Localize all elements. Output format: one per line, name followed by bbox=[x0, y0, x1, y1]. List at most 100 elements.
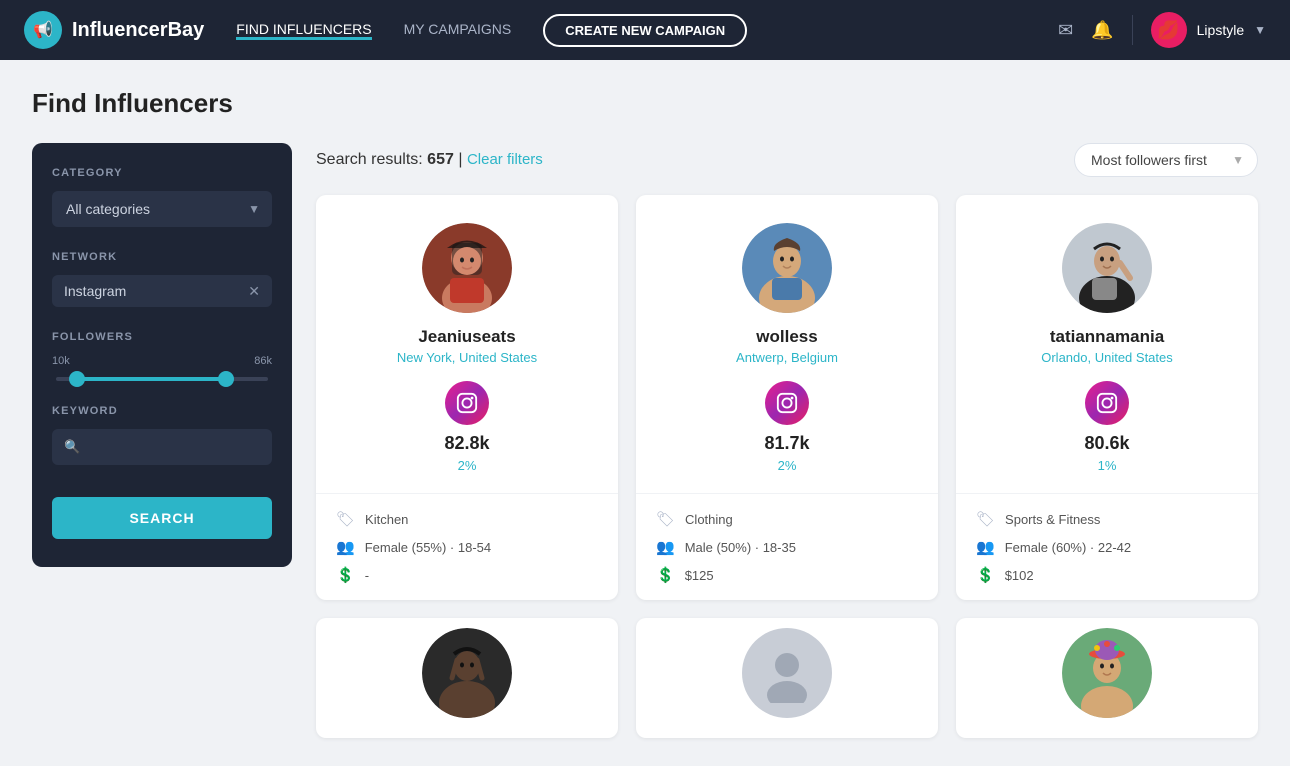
card-top-2: wolless Antwerp, Belgium 81.7k 2% bbox=[636, 195, 938, 494]
logo-icon: 📢 bbox=[24, 11, 62, 49]
followers-label: FOLLOWERS bbox=[52, 331, 272, 343]
card-location-2: Antwerp, Belgium bbox=[736, 350, 838, 365]
nav-find-influencers[interactable]: FIND INFLUENCERS bbox=[236, 21, 371, 40]
results-divider: | bbox=[458, 151, 462, 168]
followers-range-track bbox=[56, 377, 268, 381]
category-select-wrapper: All categories ▼ bbox=[52, 191, 272, 227]
card-engagement-2: 2% bbox=[778, 458, 797, 473]
results-count-number: 657 bbox=[427, 151, 454, 168]
results-count-prefix: Search results: bbox=[316, 151, 423, 168]
table-row[interactable]: wolless Antwerp, Belgium 81.7k 2% bbox=[636, 195, 938, 600]
card-name-1: Jeaniuseats bbox=[418, 327, 515, 347]
card-price-2: $125 bbox=[685, 568, 714, 583]
content-layout: CATEGORY All categories ▼ NETWORK Instag… bbox=[32, 143, 1258, 738]
logo-text: InfluencerBay bbox=[72, 19, 204, 42]
card-category-row-2: 🏷 Clothing bbox=[656, 510, 918, 528]
network-tag-value: Instagram bbox=[64, 283, 240, 299]
category-select[interactable]: All categories bbox=[52, 191, 272, 227]
card-followers-1: 82.8k bbox=[444, 433, 489, 454]
card-audience-row-2: 👥 Male (50%) · 18-35 bbox=[656, 538, 918, 556]
sort-select[interactable]: Most followers firstLeast followers firs… bbox=[1074, 143, 1258, 177]
search-button[interactable]: SEARCH bbox=[52, 497, 272, 539]
instagram-icon-1 bbox=[445, 381, 489, 425]
followers-max-label: 86k bbox=[254, 355, 272, 367]
card-top-3: tatiannamania Orlando, United States 80.… bbox=[956, 195, 1258, 494]
keyword-search-icon: 🔍 bbox=[64, 439, 80, 455]
tag-icon-3: 🏷 bbox=[976, 510, 995, 528]
sort-dropdown: Most followers firstLeast followers firs… bbox=[1074, 143, 1258, 177]
cards-grid: Jeaniuseats New York, United States 82.8… bbox=[316, 195, 1258, 738]
tag-icon-1: 🏷 bbox=[336, 510, 355, 528]
card-name-3: tatiannamania bbox=[1050, 327, 1164, 347]
card-followers-2: 81.7k bbox=[764, 433, 809, 454]
card-engagement-3: 1% bbox=[1098, 458, 1117, 473]
audience-icon-3: 👥 bbox=[976, 538, 995, 556]
network-tag-row: Instagram ✕ bbox=[52, 275, 272, 307]
card-category-3: Sports & Fitness bbox=[1005, 512, 1100, 527]
table-row[interactable]: Jeaniuseats New York, United States 82.8… bbox=[316, 195, 618, 600]
results-count-text: Search results: 657 | Clear filters bbox=[316, 151, 543, 169]
notifications-icon[interactable]: 🔔 bbox=[1091, 20, 1113, 41]
network-filter: NETWORK Instagram ✕ bbox=[52, 251, 272, 307]
nav-my-campaigns[interactable]: MY CAMPAIGNS bbox=[404, 21, 512, 39]
table-row[interactable] bbox=[316, 618, 618, 738]
card-bottom-1: 🏷 Kitchen 👥 Female (55%) · 18-54 💲 - bbox=[316, 494, 618, 600]
clear-filters-link[interactable]: Clear filters bbox=[467, 151, 543, 168]
followers-range-labels: 10k 86k bbox=[52, 355, 272, 367]
avatar-5 bbox=[742, 628, 832, 718]
navbar-nav: FIND INFLUENCERS MY CAMPAIGNS CREATE NEW… bbox=[236, 14, 1026, 47]
card-category-1: Kitchen bbox=[365, 512, 408, 527]
keyword-input[interactable] bbox=[52, 429, 272, 465]
audience-icon-1: 👥 bbox=[336, 538, 355, 556]
card-price-row-2: 💲 $125 bbox=[656, 566, 918, 584]
chevron-down-icon: ▼ bbox=[1254, 23, 1266, 37]
card-audience-2: Male (50%) · 18-35 bbox=[685, 540, 796, 555]
card-price-row-1: 💲 - bbox=[336, 566, 598, 584]
page-title: Find Influencers bbox=[32, 88, 1258, 119]
avatar-4 bbox=[422, 628, 512, 718]
create-campaign-button[interactable]: CREATE NEW CAMPAIGN bbox=[543, 14, 747, 47]
messages-icon[interactable]: ✉ bbox=[1058, 20, 1073, 41]
card-price-1: - bbox=[365, 568, 369, 583]
card-audience-row-1: 👥 Female (55%) · 18-54 bbox=[336, 538, 598, 556]
avatar-1 bbox=[422, 223, 512, 313]
card-price-3: $102 bbox=[1005, 568, 1034, 583]
tag-icon-2: 🏷 bbox=[656, 510, 675, 528]
avatar-2 bbox=[742, 223, 832, 313]
keyword-input-wrapper: 🔍 bbox=[52, 429, 272, 465]
card-bottom-3: 🏷 Sports & Fitness 👥 Female (60%) · 22-4… bbox=[956, 494, 1258, 600]
table-row[interactable] bbox=[636, 618, 938, 738]
avatar: 💋 bbox=[1151, 12, 1187, 48]
results-area: Search results: 657 | Clear filters Most… bbox=[316, 143, 1258, 738]
card-audience-row-3: 👥 Female (60%) · 22-42 bbox=[976, 538, 1238, 556]
navbar: 📢 InfluencerBay FIND INFLUENCERS MY CAMP… bbox=[0, 0, 1290, 60]
card-bottom-2: 🏷 Clothing 👥 Male (50%) · 18-35 💲 $125 bbox=[636, 494, 938, 600]
followers-range-thumb-left[interactable] bbox=[69, 371, 85, 387]
card-audience-1: Female (55%) · 18-54 bbox=[365, 540, 491, 555]
avatar-3 bbox=[1062, 223, 1152, 313]
card-top-4 bbox=[316, 618, 618, 738]
instagram-icon-3 bbox=[1085, 381, 1129, 425]
sidebar: CATEGORY All categories ▼ NETWORK Instag… bbox=[32, 143, 292, 567]
main-content: Find Influencers CATEGORY All categories… bbox=[0, 60, 1290, 766]
followers-filter: FOLLOWERS 10k 86k bbox=[52, 331, 272, 381]
followers-min-label: 10k bbox=[52, 355, 70, 367]
card-price-row-3: 💲 $102 bbox=[976, 566, 1238, 584]
instagram-icon-2 bbox=[765, 381, 809, 425]
logo[interactable]: 📢 InfluencerBay bbox=[24, 11, 204, 49]
card-location-3: Orlando, United States bbox=[1041, 350, 1173, 365]
audience-icon-2: 👥 bbox=[656, 538, 675, 556]
network-label: NETWORK bbox=[52, 251, 272, 263]
table-row[interactable]: tatiannamania Orlando, United States 80.… bbox=[956, 195, 1258, 600]
card-top-1: Jeaniuseats New York, United States 82.8… bbox=[316, 195, 618, 494]
table-row[interactable] bbox=[956, 618, 1258, 738]
followers-range-thumb-right[interactable] bbox=[218, 371, 234, 387]
user-menu[interactable]: 💋 Lipstyle ▼ bbox=[1151, 12, 1266, 48]
keyword-filter: KEYWORD 🔍 bbox=[52, 405, 272, 465]
card-category-row-1: 🏷 Kitchen bbox=[336, 510, 598, 528]
network-tag-remove-icon[interactable]: ✕ bbox=[248, 284, 260, 298]
category-label: CATEGORY bbox=[52, 167, 272, 179]
keyword-label: KEYWORD bbox=[52, 405, 272, 417]
price-icon-2: 💲 bbox=[656, 566, 675, 584]
card-audience-3: Female (60%) · 22-42 bbox=[1005, 540, 1131, 555]
